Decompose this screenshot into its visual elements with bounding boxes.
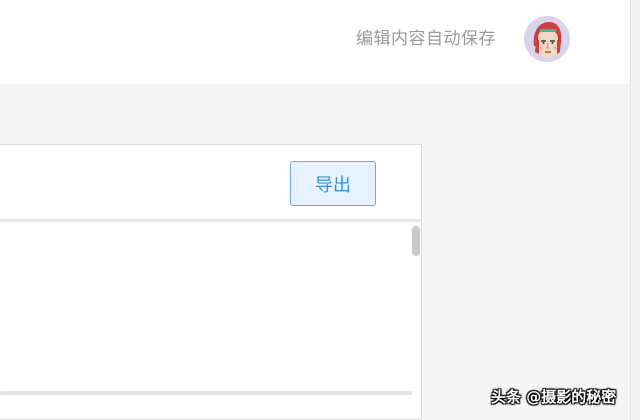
vertical-scrollbar-thumb[interactable] xyxy=(412,226,420,256)
export-button[interactable]: 导出 xyxy=(290,161,376,206)
top-header: 编辑内容自动保存 xyxy=(0,0,640,84)
editor-panel: 导出 xyxy=(0,144,422,420)
horizontal-scrollbar[interactable] xyxy=(0,391,412,395)
autosave-status: 编辑内容自动保存 xyxy=(356,29,496,49)
watermark-text: 头条 @摄影的秘密 xyxy=(491,388,617,406)
panel-toolbar: 导出 xyxy=(0,145,421,222)
page-scrollbar-track[interactable] xyxy=(630,0,640,420)
avatar-illustration xyxy=(524,16,570,62)
user-avatar-icon[interactable] xyxy=(524,16,570,62)
